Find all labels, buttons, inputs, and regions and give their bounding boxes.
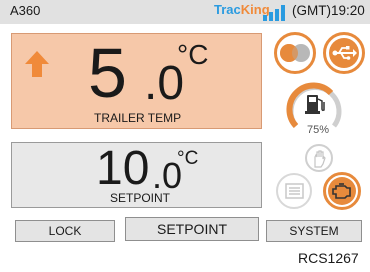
trailer-temp-integer: 5 <box>88 34 127 112</box>
signal-strength-icon <box>262 4 288 21</box>
trailer-temp-label: TRAILER TEMP <box>94 111 182 125</box>
device-name: A360 <box>10 3 41 18</box>
unit-id: RCS1267 <box>298 250 359 266</box>
trailer-temp-unit: °C <box>177 39 209 70</box>
fuel-pump-icon <box>305 95 325 114</box>
setpoint-label: SETPOINT <box>110 191 171 205</box>
usb-icon[interactable] <box>323 32 365 74</box>
list-icon[interactable] <box>276 173 312 209</box>
status-icon[interactable] <box>274 32 316 74</box>
setpoint-button[interactable]: SETPOINT <box>125 217 259 241</box>
fuel-percent: 75% <box>307 124 330 136</box>
engine-icon[interactable] <box>323 172 361 210</box>
setpoint-integer: 10 <box>96 142 150 195</box>
hand-icon[interactable] <box>305 144 333 172</box>
setpoint-unit: °C <box>177 148 199 169</box>
up-arrow-icon <box>24 50 50 78</box>
system-button[interactable]: SYSTEM <box>266 220 362 242</box>
clock: (GMT)19:20 <box>292 3 365 18</box>
lock-button[interactable]: LOCK <box>15 220 115 242</box>
